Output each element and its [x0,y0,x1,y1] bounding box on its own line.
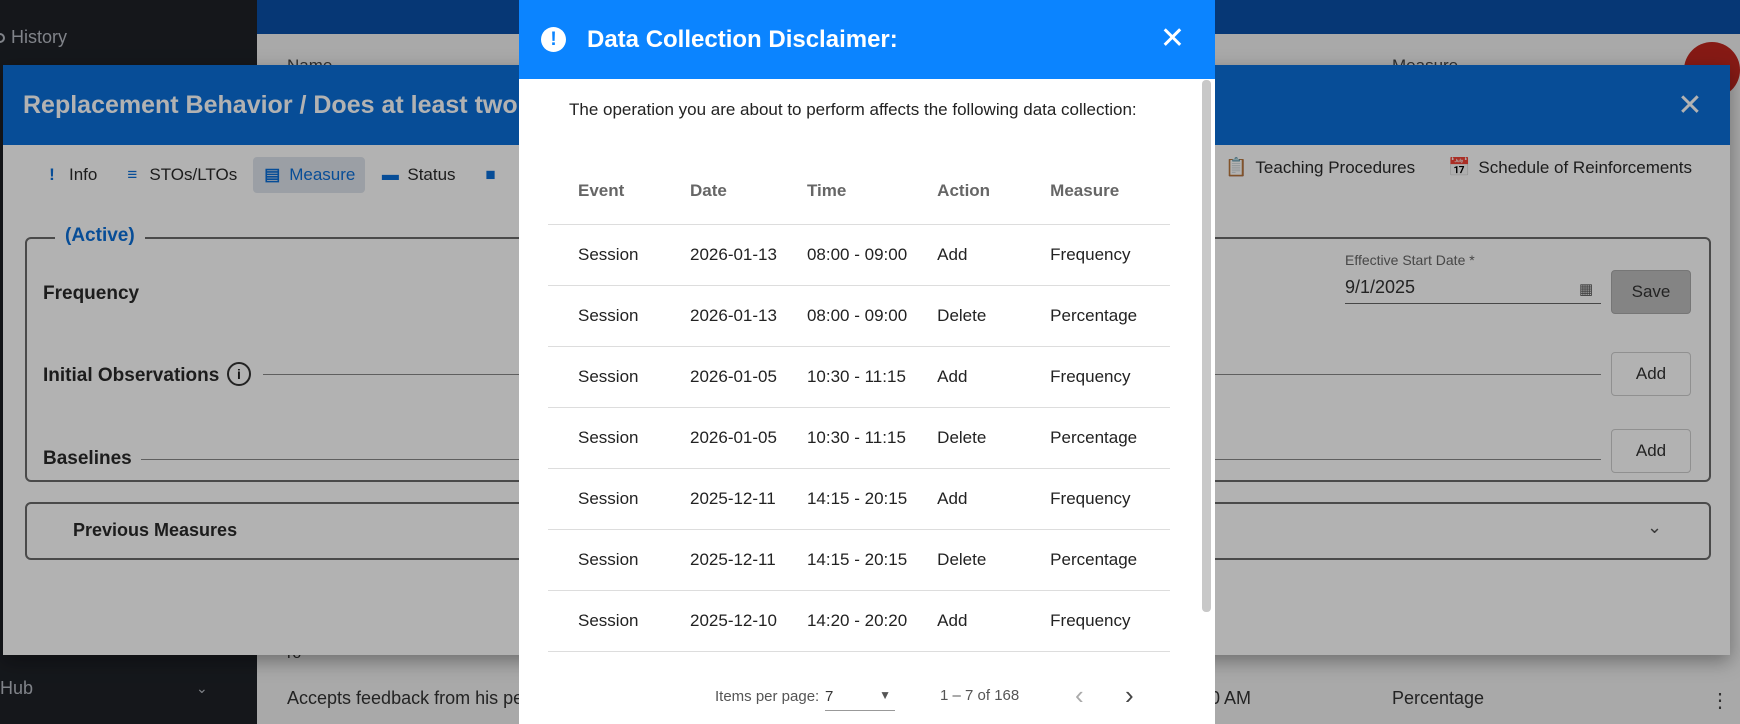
scrollbar[interactable] [1202,80,1211,612]
previous-page-button[interactable]: ‹ [1075,680,1084,710]
cell-time: 10:30 - 11:15 [776,407,908,469]
column-header-action: Action [907,158,1021,225]
cell-action: Delete [907,285,1021,347]
cell-action: Delete [907,407,1021,469]
table-row: Session 2025-12-11 14:15 - 20:15 Add Fre… [548,468,1170,530]
cell-event: Session [548,285,660,347]
cell-action: Add [907,224,1021,286]
cell-measure: Frequency [1020,468,1170,530]
cell-action: Add [907,590,1021,652]
close-icon[interactable]: ✕ [1160,22,1185,56]
table-row: Session 2026-01-13 08:00 - 09:00 Delete … [548,285,1170,347]
cell-date: 2026-01-13 [660,224,777,286]
table-row: Session 2026-01-05 10:30 - 11:15 Add Fre… [548,346,1170,408]
cell-date: 2026-01-05 [660,346,777,408]
table-header-row: Event Date Time Action Measure [548,158,1170,225]
column-header-measure: Measure [1020,158,1170,225]
cell-event: Session [548,407,660,469]
cell-measure: Percentage [1020,529,1170,591]
cell-action: Delete [907,529,1021,591]
cell-event: Session [548,224,660,286]
table-row: Session 2026-01-05 10:30 - 11:15 Delete … [548,407,1170,469]
table-row: Session 2025-12-11 14:15 - 20:15 Delete … [548,529,1170,591]
dropdown-caret-icon: ▼ [879,688,891,702]
page-range-label: 1 – 7 of 168 [940,687,1020,704]
cell-event: Session [548,468,660,530]
dialog-header: ! Data Collection Disclaimer: ✕ [519,0,1215,79]
cell-event: Session [548,529,660,591]
table-row: Session 2025-12-10 14:20 - 20:20 Add Fre… [548,590,1170,652]
items-per-page-select[interactable]: 7 ▼ [825,685,895,711]
column-header-event: Event [548,158,660,225]
cell-measure: Frequency [1020,224,1170,286]
cell-date: 2025-12-11 [660,529,777,591]
cell-event: Session [548,346,660,408]
dialog-intro: The operation you are about to perform a… [569,100,1137,119]
alert-icon: ! [541,27,566,52]
cell-time: 14:15 - 20:15 [776,468,908,530]
cell-date: 2026-01-05 [660,407,777,469]
cell-action: Add [907,346,1021,408]
paginator: Items per page: 7 ▼ 1 – 7 of 168 ‹ › [519,680,1215,714]
table-row: Session 2026-01-13 08:00 - 09:00 Add Fre… [548,224,1170,286]
cell-time: 14:15 - 20:15 [776,529,908,591]
cell-measure: Percentage [1020,285,1170,347]
items-per-page-label: Items per page: [715,688,820,705]
cell-time: 08:00 - 09:00 [776,224,908,286]
column-header-time: Time [776,158,908,225]
cell-time: 14:20 - 20:20 [776,590,908,652]
cell-date: 2026-01-13 [660,285,777,347]
cell-measure: Frequency [1020,346,1170,408]
column-header-date: Date [660,158,777,225]
cell-time: 08:00 - 09:00 [776,285,908,347]
cell-time: 10:30 - 11:15 [776,346,908,408]
data-collection-dialog: ! Data Collection Disclaimer: ✕ The oper… [519,0,1215,724]
cell-date: 2025-12-10 [660,590,777,652]
cell-action: Add [907,468,1021,530]
cell-event: Session [548,590,660,652]
cell-measure: Percentage [1020,407,1170,469]
items-per-page-value: 7 [825,688,834,705]
dialog-title: Data Collection Disclaimer: [587,25,898,53]
cell-measure: Frequency [1020,590,1170,652]
next-page-button[interactable]: › [1125,680,1134,710]
data-collection-table: Event Date Time Action Measure Session 2… [548,158,1170,652]
cell-date: 2025-12-11 [660,468,777,530]
